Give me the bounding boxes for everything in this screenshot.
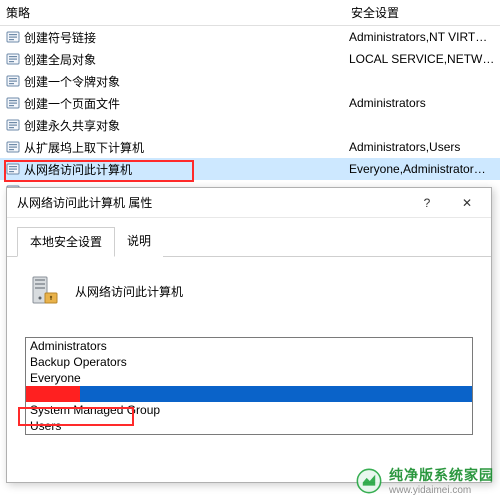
policy-list: 策略 安全设置 创建符号链接Administrators,NT VIRT…创建全… [0, 0, 500, 202]
policy-label: 从扩展坞上取下计算机 [24, 139, 349, 156]
policy-row[interactable]: 从网络访问此计算机Everyone,Administrator… [0, 158, 500, 180]
dialog-body: 从网络访问此计算机 AdministratorsBackup Operators… [7, 257, 491, 445]
server-icon [25, 273, 61, 309]
policy-label: 创建一个页面文件 [24, 95, 349, 112]
policy-icon [6, 30, 20, 44]
help-button[interactable]: ? [407, 189, 447, 217]
principals-listbox[interactable]: AdministratorsBackup OperatorsEveryone\G… [25, 337, 473, 435]
watermark-brand: 纯净版系统家园 [389, 465, 494, 485]
policy-row[interactable]: 创建符号链接Administrators,NT VIRT… [0, 26, 500, 48]
list-item[interactable]: Backup Operators [26, 354, 472, 370]
policy-icon [6, 52, 20, 66]
dialog-title: 从网络访问此计算机 属性 [17, 194, 407, 211]
list-item[interactable]: Users [26, 418, 472, 434]
policy-row[interactable]: 创建全局对象LOCAL SERVICE,NETW… [0, 48, 500, 70]
policy-setting: Administrators,NT VIRT… [349, 30, 494, 44]
list-item[interactable]: System Managed Group [26, 402, 472, 418]
policy-label: 从网络访问此计算机 [24, 161, 349, 178]
watermark: 纯净版系统家园 www.yidaimei.com [355, 465, 494, 496]
dialog-tabs: 本地安全设置 说明 [7, 218, 491, 257]
policy-row[interactable]: 创建一个页面文件Administrators [0, 92, 500, 114]
policy-row[interactable]: 从扩展坞上取下计算机Administrators,Users [0, 136, 500, 158]
column-policy[interactable]: 策略 [6, 4, 351, 21]
policy-label: 创建符号链接 [24, 29, 349, 46]
policy-icon [6, 96, 20, 110]
tab-local-security[interactable]: 本地安全设置 [17, 227, 115, 257]
list-item[interactable]: Administrators [26, 338, 472, 354]
close-button[interactable]: ✕ [447, 189, 487, 217]
policy-setting: Administrators [349, 96, 494, 110]
tab-explain[interactable]: 说明 [115, 227, 163, 257]
redaction-overlay [26, 386, 80, 402]
policy-label: 创建一个令牌对象 [24, 73, 349, 90]
list-item[interactable]: \Guest [26, 386, 472, 402]
column-headers: 策略 安全设置 [0, 0, 500, 26]
policy-name: 从网络访问此计算机 [75, 283, 183, 300]
policy-row[interactable]: 创建永久共享对象 [0, 114, 500, 136]
policy-setting: Everyone,Administrator… [349, 162, 494, 176]
policy-icon [6, 74, 20, 88]
watermark-url: www.yidaimei.com [389, 485, 494, 496]
titlebar[interactable]: 从网络访问此计算机 属性 ? ✕ [7, 188, 491, 218]
watermark-logo-icon [355, 467, 383, 495]
column-setting[interactable]: 安全设置 [351, 4, 494, 21]
policy-label: 创建全局对象 [24, 51, 349, 68]
policy-setting: Administrators,Users [349, 140, 494, 154]
policy-setting: LOCAL SERVICE,NETW… [349, 52, 494, 66]
policy-title-row: 从网络访问此计算机 [25, 273, 473, 309]
policy-row[interactable]: 创建一个令牌对象 [0, 70, 500, 92]
list-item[interactable]: Everyone [26, 370, 472, 386]
properties-dialog: 从网络访问此计算机 属性 ? ✕ 本地安全设置 说明 从网络访问此计算机 [6, 187, 492, 483]
policy-label: 创建永久共享对象 [24, 117, 349, 134]
policy-icon [6, 118, 20, 132]
policy-icon [6, 140, 20, 154]
policy-icon [6, 162, 20, 176]
